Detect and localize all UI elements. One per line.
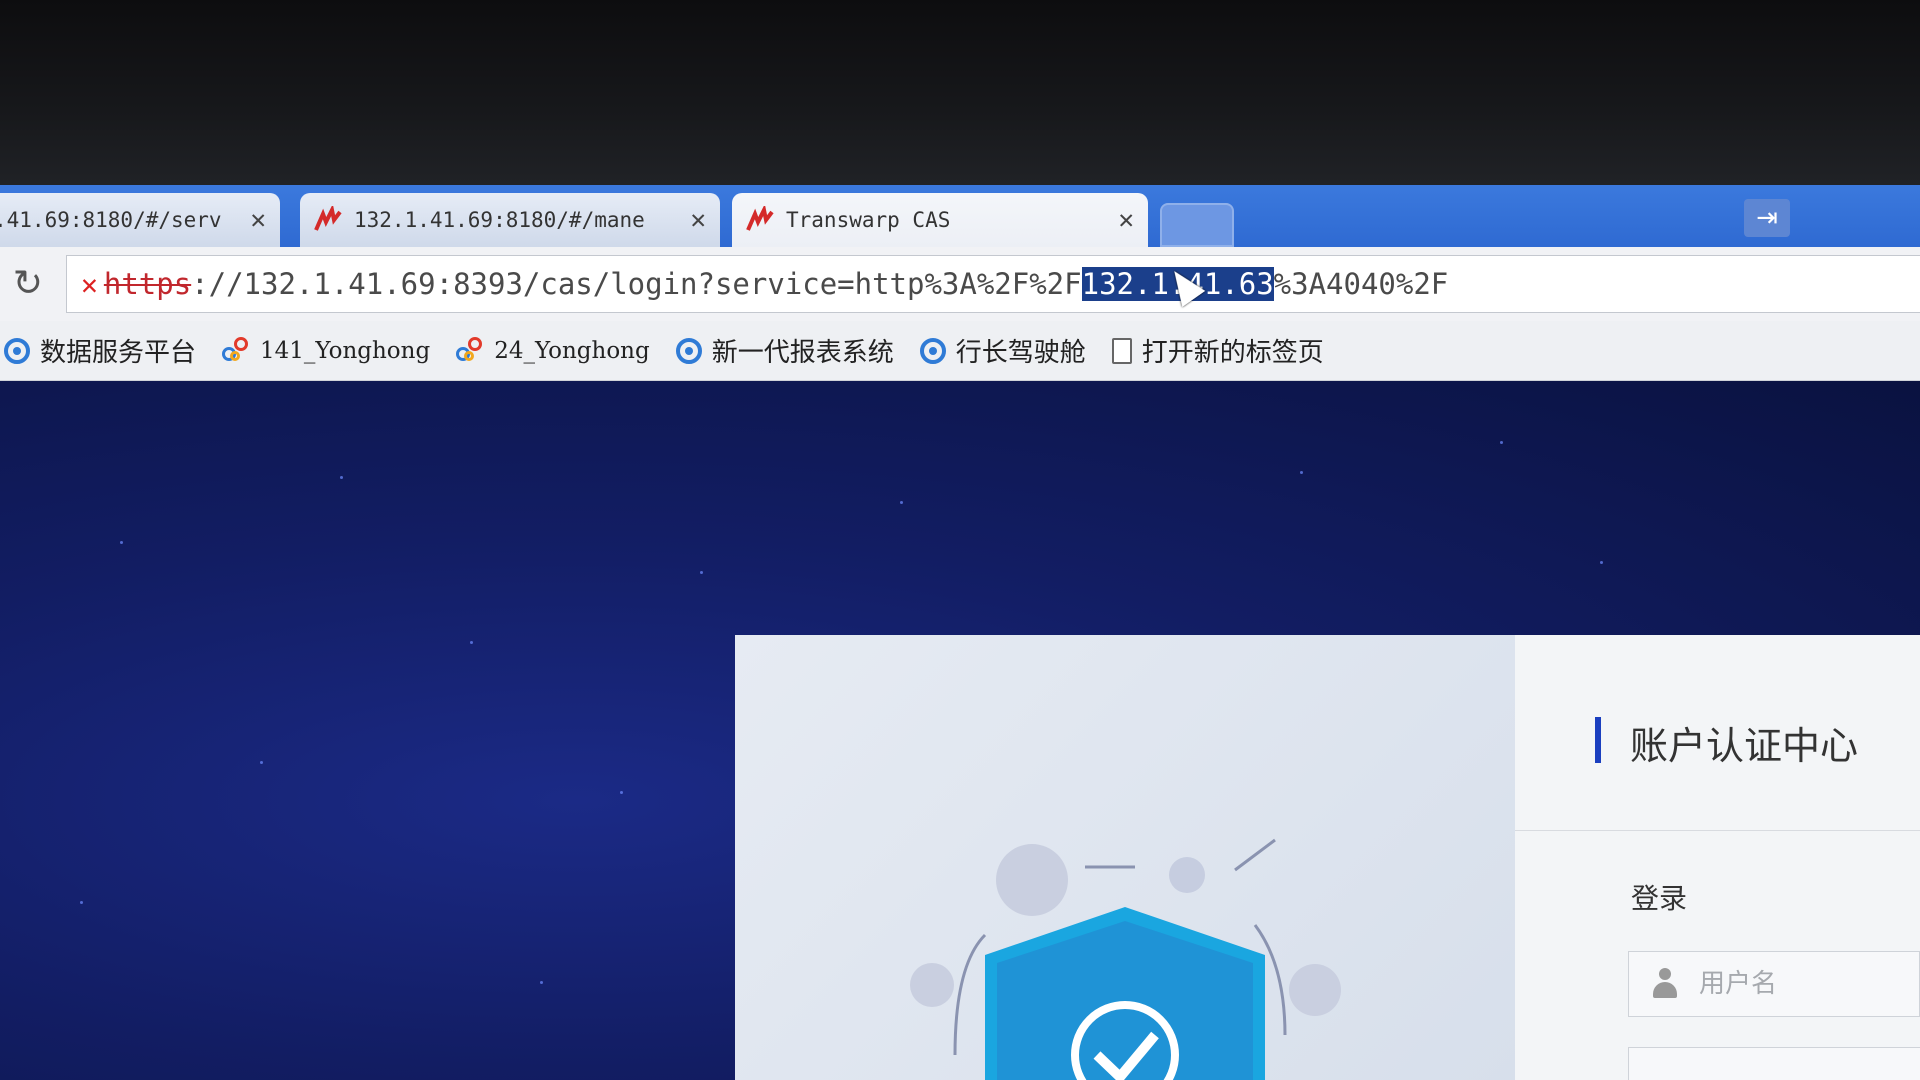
- login-label: 登录: [1631, 882, 1688, 915]
- bookmark-label: 打开新的标签页: [1141, 338, 1324, 368]
- yonghong-icon: [456, 336, 484, 365]
- url-text-tail: %3A4040%2F: [1273, 267, 1449, 301]
- tab-title: .41.69:8180/#/serv: [0, 208, 222, 232]
- heading-accent-bar: [1595, 717, 1601, 763]
- password-field[interactable]: [1628, 1047, 1920, 1080]
- divider: [1515, 830, 1920, 831]
- pin-tab-button[interactable]: ⇥: [1744, 199, 1790, 237]
- tab-title: Transwarp CAS: [786, 208, 951, 232]
- url-text: ://132.1.41.69:8393/cas/login?service=ht…: [191, 267, 1082, 301]
- tab-title: 132.1.41.69:8180/#/mane: [354, 208, 645, 232]
- bookmark-141-yonghong[interactable]: 141_Yonghong: [222, 336, 431, 365]
- bookmark-data-service[interactable]: 数据服务平台: [4, 332, 196, 369]
- bookmark-new-tab-page[interactable]: 打开新的标签页: [1111, 332, 1324, 369]
- username-input[interactable]: [1697, 968, 1881, 1000]
- page-icon: [1111, 337, 1132, 364]
- tab-1[interactable]: .41.69:8180/#/serv ✕: [0, 193, 280, 247]
- bookmark-label: 24_Yonghong: [494, 337, 650, 364]
- dashboard-icon: [919, 337, 946, 364]
- close-tab-icon[interactable]: ✕: [690, 205, 706, 235]
- monitor-bezel: [0, 0, 1920, 185]
- data-service-icon: [4, 337, 30, 364]
- url-scheme: https: [103, 267, 192, 301]
- navigation-toolbar: ↻ ✕ https ://132.1.41.69:8393/cas/login?…: [0, 247, 1920, 322]
- tab-2[interactable]: 132.1.41.69:8180/#/mane ✕: [300, 193, 720, 247]
- bookmark-label: 数据服务平台: [40, 338, 197, 368]
- transwarp-icon: [746, 206, 774, 231]
- tab-3-active[interactable]: Transwarp CAS ✕: [732, 193, 1148, 247]
- report-system-icon: [675, 337, 702, 364]
- bookmark-24-yonghong[interactable]: 24_Yonghong: [456, 336, 650, 365]
- tab-strip: .41.69:8180/#/serv ✕ 132.1.41.69:8180/#/…: [0, 185, 1920, 247]
- yonghong-icon: [222, 336, 250, 365]
- close-tab-icon[interactable]: ✕: [1118, 205, 1134, 235]
- transwarp-icon: [314, 206, 342, 231]
- security-illustration: [735, 635, 1515, 1080]
- new-tab-button[interactable]: [1160, 203, 1234, 247]
- bookmarks-bar: 数据服务平台 141_Yonghong 24_Yonghong 新一代报表系统 …: [0, 321, 1920, 381]
- username-field[interactable]: [1628, 951, 1920, 1017]
- reload-icon[interactable]: ↻: [8, 263, 48, 304]
- page-content: 账户认证中心 登录: [0, 381, 1920, 1080]
- user-icon: [1651, 968, 1679, 1000]
- insecure-certificate-icon[interactable]: ✕: [81, 268, 98, 301]
- shield-illustration: [910, 838, 1341, 1080]
- close-tab-icon[interactable]: ✕: [250, 205, 266, 235]
- bookmark-label: 行长驾驶舱: [955, 338, 1086, 368]
- bookmark-report-system[interactable]: 新一代报表系统: [675, 332, 894, 369]
- page-title: 账户认证中心: [1630, 724, 1859, 768]
- address-bar[interactable]: ✕ https ://132.1.41.69:8393/cas/login?se…: [66, 255, 1920, 313]
- login-card: 账户认证中心 登录: [735, 635, 1920, 1080]
- bookmark-label: 141_Yonghong: [260, 337, 431, 364]
- bookmark-label: 新一代报表系统: [711, 338, 894, 368]
- bookmark-dashboard[interactable]: 行长驾驶舱: [919, 332, 1086, 369]
